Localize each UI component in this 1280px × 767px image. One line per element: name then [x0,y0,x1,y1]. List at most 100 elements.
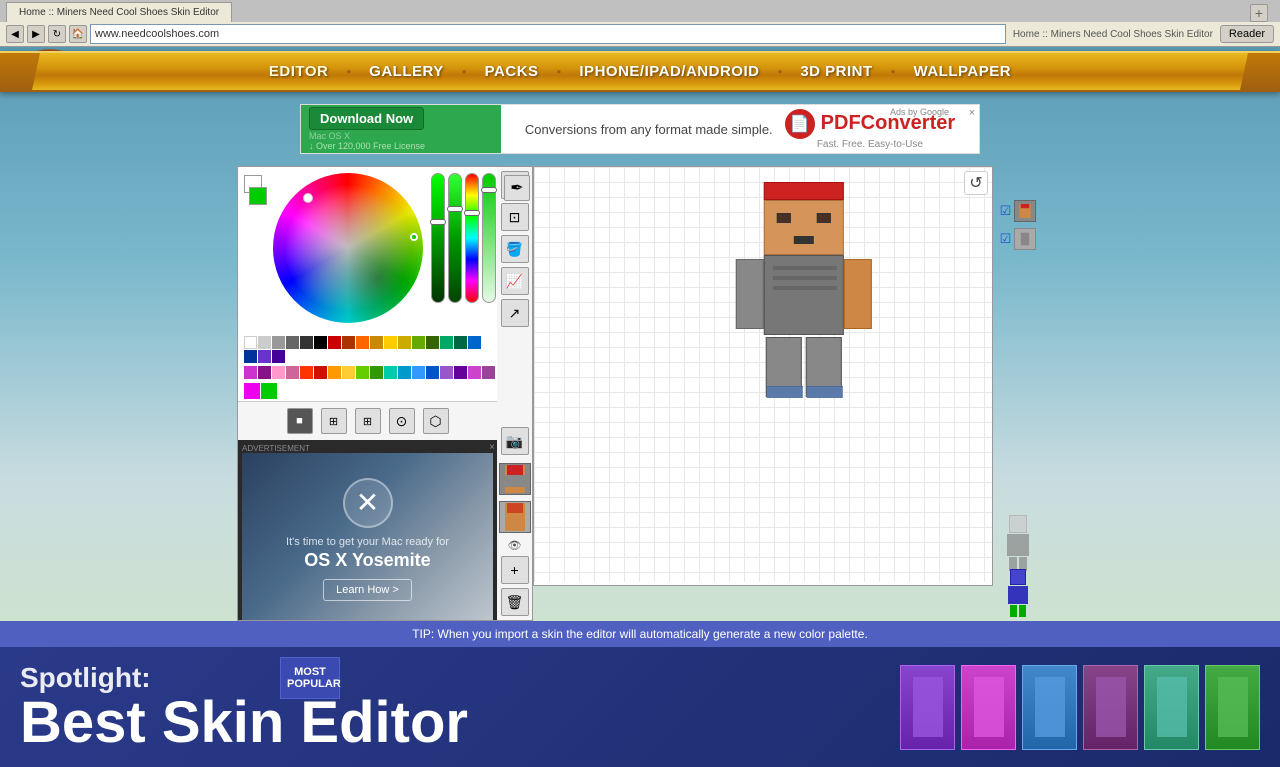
tool-add[interactable]: + [501,556,529,584]
layer2-checkbox[interactable]: ☑ [1000,231,1012,247]
brush-round-btn[interactable]: ⊙ [389,408,415,434]
swatch-purple[interactable] [258,350,271,363]
ad-banner: Download Now Mac OS X ↓ Over 120,000 Fre… [300,104,980,154]
swatch-yellow[interactable] [384,336,397,349]
swatch-pink[interactable] [272,366,285,379]
nav-item-editor[interactable]: EDITOR [251,63,346,80]
nav-item-packs[interactable]: PACKS [467,63,557,80]
editor-canvas[interactable] [534,167,992,582]
browser-tab[interactable]: Home :: Miners Need Cool Shoes Skin Edit… [6,2,232,22]
nav-item-gallery[interactable]: GALLERY [351,63,462,80]
skin-thumb-5[interactable] [1144,665,1199,750]
swatch-darkpink[interactable] [286,366,299,379]
back-btn[interactable]: ◀ [6,25,24,43]
background-swatch[interactable] [249,187,267,205]
skin-thumb-6[interactable] [1205,665,1260,750]
swatch-orange[interactable] [356,336,369,349]
swatch-hotmagenta[interactable] [244,383,260,399]
swatch-darkteal[interactable] [454,336,467,349]
color-picker-area: ✒ [238,167,497,333]
brush-square-btn[interactable]: ⬡ [423,408,449,434]
swatch-darkorange[interactable] [370,336,383,349]
swatch-black[interactable] [314,336,327,349]
spotlight-section: Spotlight: Best Skin Editor MOST POPULAR [0,647,1280,767]
skin-thumb-4[interactable] [1083,665,1138,750]
swatch-crimson[interactable] [314,366,327,379]
swatch-magenta[interactable] [244,366,257,379]
minecraft-character [736,182,872,397]
swatch-darkyellow[interactable] [398,336,411,349]
color-wheel[interactable] [273,173,423,323]
visibility-toggle[interactable]: 👁 [508,539,522,552]
nav-ribbon: EDITOR ● GALLERY ● PACKS ● IPHONE/IPAD/A… [0,51,1280,92]
tool-fill[interactable]: 🪣 [501,235,529,263]
reload-btn[interactable]: ↻ [48,25,66,43]
tool-share[interactable]: ↗ [501,299,529,327]
skin-thumb-1[interactable] [900,665,955,750]
swatch-aqua[interactable] [384,366,397,379]
swatch-verydark[interactable] [300,336,313,349]
swatch-blue[interactable] [468,336,481,349]
swatch-red[interactable] [328,336,341,349]
tool-select[interactable]: ⊡ [501,203,529,231]
swatch-darkgray[interactable] [286,336,299,349]
forward-btn[interactable]: ▶ [27,25,45,43]
green-value-slider[interactable] [431,173,445,303]
swatch-white[interactable] [244,336,257,349]
new-tab-btn[interactable]: + [1250,4,1268,22]
swatch-medgreen[interactable] [370,366,383,379]
swatch-brightred[interactable] [300,366,313,379]
swatch-brightlime[interactable] [356,366,369,379]
color-wheel-disc[interactable] [273,173,423,323]
layer1-checkbox[interactable]: ☑ [1000,203,1012,219]
brush-size-large[interactable]: ⊞ [355,408,381,434]
alpha-slider[interactable] [482,173,496,303]
panel-ad-close-button[interactable]: × [489,442,495,453]
brush-size-small[interactable]: ■ [287,408,313,434]
special-swatches [238,381,497,401]
address-bar[interactable] [90,24,1006,44]
ad-close-button[interactable]: × [969,107,975,119]
layer2-thumb[interactable] [1014,228,1036,250]
ad-sub-text: ↓ Over 120,000 Free License [309,141,425,151]
tool-camera[interactable]: 📷 [501,427,529,455]
nav-item-wallpaper[interactable]: WALLPAPER [896,63,1030,80]
nav-item-3dprint[interactable]: 3D PRINT [782,63,890,80]
tool-delete[interactable]: 🗑 [501,588,529,616]
swatch-gold[interactable] [342,366,355,379]
download-now-button[interactable]: Download Now [309,107,424,130]
swatch-plum[interactable] [482,366,495,379]
swatch-lightgray[interactable] [258,336,271,349]
canvas-panel[interactable]: ↺ [533,166,993,586]
nav-item-iphone[interactable]: IPHONE/IPAD/ANDROID [561,63,777,80]
swatch-darkpurple[interactable] [272,350,285,363]
swatch-darkgreen[interactable] [426,336,439,349]
swatch-lime[interactable] [412,336,425,349]
learn-how-button[interactable]: Learn How > [323,579,412,601]
swatch-gray[interactable] [272,336,285,349]
swatch-teal[interactable] [440,336,453,349]
eyedropper-button[interactable]: ✒ [504,175,530,201]
swatch-violet[interactable] [440,366,453,379]
hue-slider[interactable] [465,173,479,303]
swatch-brightorange[interactable] [328,366,341,379]
swatch-indigo[interactable] [454,366,467,379]
swatch-darkmagenta[interactable] [258,366,271,379]
swatch-darkred[interactable] [342,336,355,349]
swatch-darkblue[interactable] [244,350,257,363]
swatch-skyblue[interactable] [398,366,411,379]
color-palette-row1 [238,333,497,366]
layer1-thumb[interactable] [1014,200,1036,222]
reset-button[interactable]: ↺ [964,171,988,195]
swatch-midblue[interactable] [426,366,439,379]
skin-thumb-2[interactable] [961,665,1016,750]
reader-btn[interactable]: Reader [1220,25,1274,43]
skin-thumb-3[interactable] [1022,665,1077,750]
brush-size-medium[interactable]: ⊞ [321,408,347,434]
tool-chart[interactable]: 📈 [501,267,529,295]
saturation-slider[interactable] [448,173,462,303]
swatch-orchid[interactable] [468,366,481,379]
swatch-brightgreen[interactable] [261,383,277,399]
home-btn[interactable]: 🏠 [69,25,87,43]
swatch-lightblue[interactable] [412,366,425,379]
